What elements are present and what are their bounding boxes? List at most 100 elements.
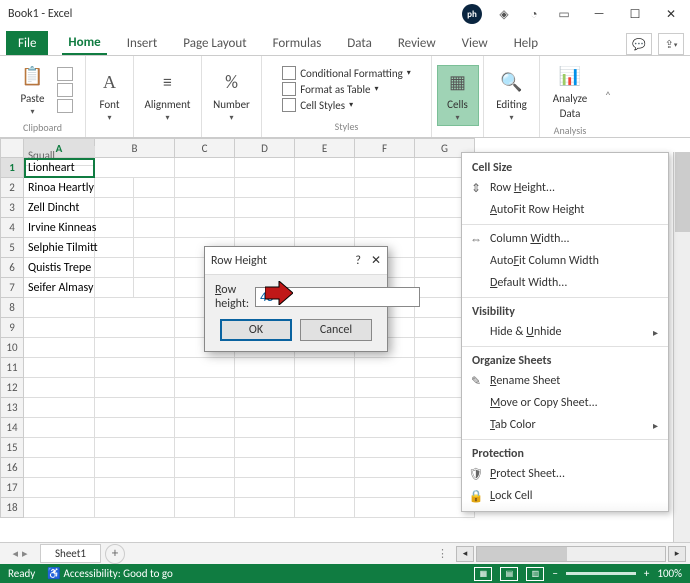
- col-header-b[interactable]: B: [95, 138, 175, 158]
- row-header-4[interactable]: 4: [0, 218, 24, 238]
- paste-button[interactable]: 📋 Paste ▾: [13, 60, 53, 119]
- menu-move-copy[interactable]: Move or Copy Sheet...: [462, 392, 668, 414]
- view-page-break-button[interactable]: ▥: [526, 567, 544, 581]
- cut-icon[interactable]: [57, 67, 73, 81]
- format-as-table-button[interactable]: Format as Table ▾: [282, 82, 378, 96]
- cell-a2[interactable]: Rinoa Heartly: [24, 178, 134, 198]
- grid-cell[interactable]: [175, 398, 235, 418]
- grid-cell[interactable]: [95, 358, 175, 378]
- tab-insert[interactable]: Insert: [121, 31, 164, 55]
- row-header-15[interactable]: 15: [0, 438, 24, 458]
- view-page-layout-button[interactable]: ▤: [500, 567, 518, 581]
- grid-cell[interactable]: [175, 158, 235, 178]
- file-tab[interactable]: File: [6, 31, 48, 55]
- editing-button[interactable]: 🔍Editing▾: [490, 66, 533, 125]
- cell-a6[interactable]: Quistis Trepe: [24, 258, 134, 278]
- tab-help[interactable]: Help: [508, 31, 544, 55]
- cells-dropdown-button[interactable]: ▦Cells▾: [437, 65, 479, 126]
- menu-rename-sheet[interactable]: ✎Rename Sheet: [462, 370, 668, 392]
- sheet-tab-active[interactable]: Sheet1: [40, 544, 101, 563]
- col-header-f[interactable]: F: [355, 138, 415, 158]
- grid-cell[interactable]: [95, 338, 175, 358]
- alignment-button[interactable]: ≡Alignment▾: [139, 66, 197, 125]
- col-header-d[interactable]: D: [235, 138, 295, 158]
- row-header-6[interactable]: 6: [0, 258, 24, 278]
- vscroll-thumb[interactable]: [675, 152, 690, 232]
- grid-cell[interactable]: [175, 358, 235, 378]
- grid-cell[interactable]: [175, 498, 235, 518]
- grid-cell[interactable]: [235, 358, 295, 378]
- zoom-in-button[interactable]: +: [644, 567, 649, 580]
- tab-home[interactable]: Home: [62, 31, 106, 55]
- row-header-8[interactable]: 8: [0, 298, 24, 318]
- grid-cell[interactable]: [24, 398, 95, 418]
- grid-cell[interactable]: [24, 378, 95, 398]
- grid-cell[interactable]: [235, 398, 295, 418]
- grid-cell[interactable]: [235, 498, 295, 518]
- grid-cell[interactable]: [24, 438, 95, 458]
- grid-cell[interactable]: [24, 338, 95, 358]
- grid-cell[interactable]: [295, 498, 355, 518]
- grid-cell[interactable]: [355, 418, 415, 438]
- cell-a5[interactable]: Selphie Tilmitt: [24, 238, 134, 258]
- grid-cell[interactable]: [295, 198, 355, 218]
- number-button[interactable]: %Number▾: [207, 66, 256, 125]
- grid-cell[interactable]: [295, 398, 355, 418]
- row-header-18[interactable]: 18: [0, 498, 24, 518]
- grid-cell[interactable]: [95, 438, 175, 458]
- grid-cell[interactable]: [235, 458, 295, 478]
- analyze-data-button[interactable]: 📊AnalyzeData: [547, 60, 593, 122]
- grid-cell[interactable]: [235, 198, 295, 218]
- grid-cell[interactable]: [175, 458, 235, 478]
- menu-column-width[interactable]: ⇔Column Width...: [462, 228, 668, 250]
- share-button[interactable]: ⇪▾: [658, 33, 684, 55]
- grid-cell[interactable]: [295, 178, 355, 198]
- zoom-level[interactable]: 100%: [657, 567, 682, 580]
- cell-a1[interactable]: Lionheart: [24, 158, 95, 178]
- row-header-12[interactable]: 12: [0, 378, 24, 398]
- cell-a3[interactable]: Zell Dincht: [24, 198, 134, 218]
- grid-cell[interactable]: [95, 158, 175, 178]
- grid-cell[interactable]: [95, 478, 175, 498]
- addin-logo[interactable]: ph: [462, 4, 482, 24]
- font-button[interactable]: AFont▾: [90, 66, 130, 125]
- grid-cell[interactable]: [95, 378, 175, 398]
- grid-cell[interactable]: [355, 178, 415, 198]
- grid-cell[interactable]: [355, 478, 415, 498]
- menu-tab-color[interactable]: Tab Color▸: [462, 414, 668, 436]
- grid-cell[interactable]: [235, 158, 295, 178]
- ribbon-options-icon[interactable]: ▭: [556, 6, 572, 22]
- dialog-help-button[interactable]: ?: [355, 254, 361, 268]
- menu-autofit-row[interactable]: AutoFit Row Height: [462, 199, 668, 221]
- grid-cell[interactable]: [295, 218, 355, 238]
- close-button[interactable]: ✕: [656, 4, 686, 24]
- conditional-formatting-button[interactable]: Conditional Formatting ▾: [282, 66, 411, 80]
- hscroll-right[interactable]: ▸: [668, 546, 686, 562]
- grid-cell[interactable]: [355, 498, 415, 518]
- zoom-slider[interactable]: [566, 572, 636, 575]
- grid-cell[interactable]: [295, 158, 355, 178]
- vscroll-track[interactable]: [673, 152, 690, 542]
- status-accessibility[interactable]: ♿ Accessibility: Good to go: [47, 567, 172, 580]
- grid-cell[interactable]: [95, 418, 175, 438]
- row-header-1[interactable]: 1: [0, 158, 24, 178]
- grid-cell[interactable]: [235, 478, 295, 498]
- grid-cell[interactable]: [95, 458, 175, 478]
- add-sheet-button[interactable]: +: [105, 544, 125, 564]
- grid-cell[interactable]: [175, 378, 235, 398]
- grid-cell[interactable]: [175, 218, 235, 238]
- hscroll-left[interactable]: ◂: [456, 546, 474, 562]
- cell-a4[interactable]: Irvine Kinneas: [24, 218, 134, 238]
- grid-cell[interactable]: [295, 438, 355, 458]
- row-header-13[interactable]: 13: [0, 398, 24, 418]
- grid-cell[interactable]: [24, 478, 95, 498]
- row-header-14[interactable]: 14: [0, 418, 24, 438]
- ribbon-collapse-button[interactable]: ˄: [600, 56, 616, 137]
- grid-cell[interactable]: [355, 398, 415, 418]
- copy-icon[interactable]: [57, 83, 73, 97]
- row-header-3[interactable]: 3: [0, 198, 24, 218]
- grid-cell[interactable]: [235, 378, 295, 398]
- grid-cell[interactable]: [24, 358, 95, 378]
- row-header-11[interactable]: 11: [0, 358, 24, 378]
- ok-button[interactable]: OK: [220, 319, 292, 341]
